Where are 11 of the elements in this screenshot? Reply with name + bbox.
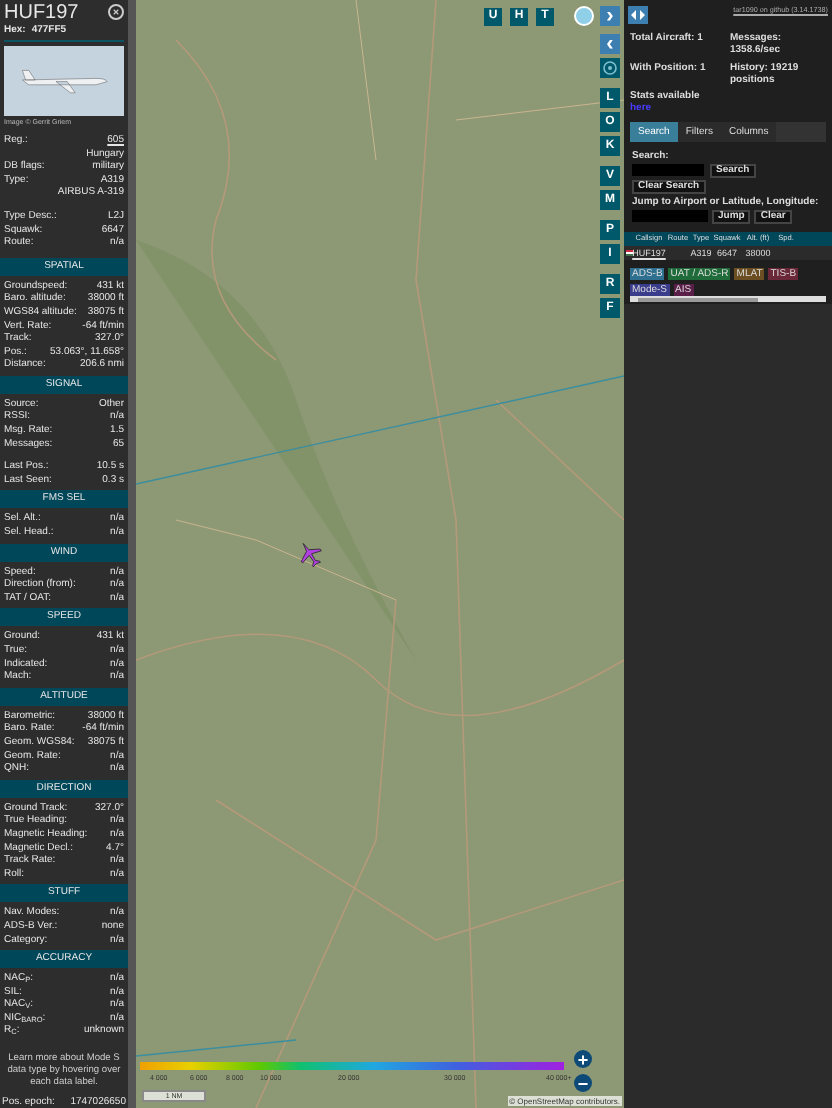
- search-field[interactable]: [632, 164, 704, 176]
- panel-toggle-button[interactable]: ›: [600, 6, 620, 26]
- jump-field[interactable]: [632, 210, 708, 222]
- callsign: HUF197: [4, 2, 79, 24]
- panel-toggle-button[interactable]: ‹: [600, 34, 620, 54]
- settings-button[interactable]: [600, 58, 620, 78]
- flag-icon: [626, 250, 634, 256]
- close-icon[interactable]: [108, 4, 124, 20]
- expand-icon[interactable]: [628, 6, 648, 24]
- horizontal-scrollbar[interactable]: [630, 296, 826, 302]
- aircraft-icon[interactable]: [296, 540, 324, 568]
